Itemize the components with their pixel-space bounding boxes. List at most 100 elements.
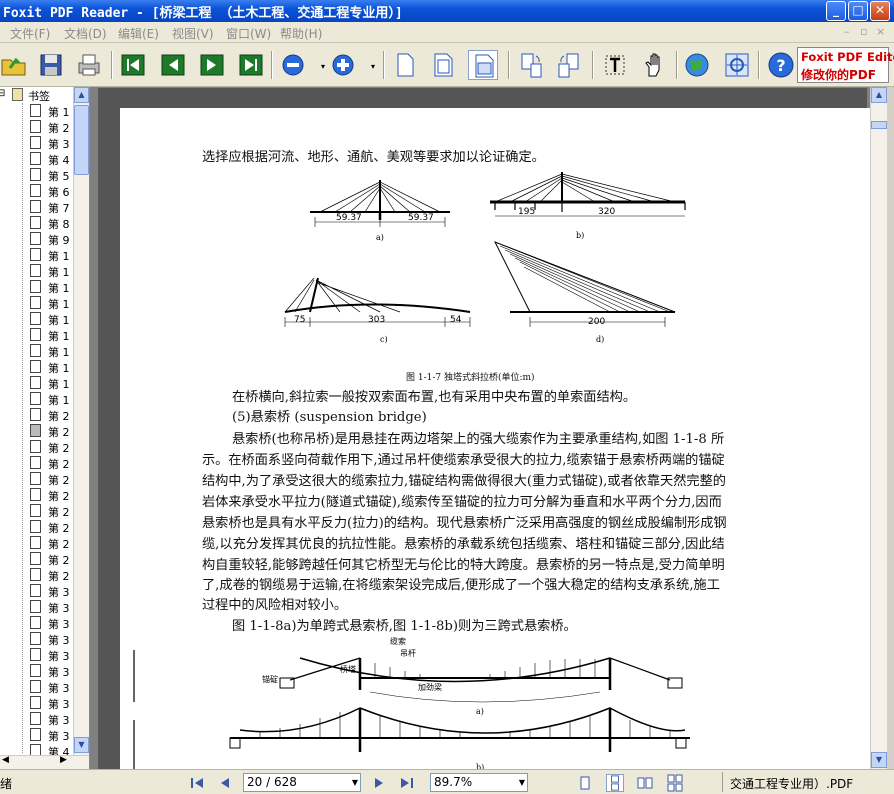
bookmark-label: 第 1 bbox=[48, 394, 70, 407]
last-page-icon bbox=[239, 54, 263, 76]
actual-size-button[interactable] bbox=[390, 50, 420, 80]
bookmark-label: 第 2 bbox=[48, 522, 70, 535]
fit-page-button[interactable] bbox=[428, 50, 458, 80]
menu-window[interactable]: 窗口(W) bbox=[226, 25, 271, 42]
bookmark-page-icon bbox=[30, 200, 41, 213]
help-icon: ? bbox=[768, 52, 794, 78]
span-c-2: 303 bbox=[368, 315, 385, 325]
doc-scroll-thumb[interactable] bbox=[871, 121, 887, 129]
bookmark-page-icon bbox=[30, 600, 41, 613]
bookmark-page-icon bbox=[30, 504, 41, 517]
bookmark-scrollbar[interactable]: ▲ ▼ bbox=[73, 87, 89, 755]
first-page-button[interactable] bbox=[118, 50, 148, 80]
menu-help[interactable]: 帮助(H) bbox=[280, 25, 322, 42]
save-button[interactable] bbox=[36, 50, 66, 80]
bookmark-page-icon bbox=[30, 328, 41, 341]
bookmark-label: 第 3 bbox=[48, 698, 70, 711]
label-b: b) bbox=[576, 231, 584, 240]
ad-line2: 修改你的PDF bbox=[801, 68, 876, 82]
scroll-down-icon[interactable]: ▼ bbox=[74, 737, 89, 753]
snapshot-button[interactable] bbox=[722, 50, 752, 80]
chevron-down-icon[interactable]: ▼ bbox=[352, 778, 358, 787]
maximize-button[interactable]: □ bbox=[848, 1, 868, 21]
bookmark-label: 第 1 bbox=[48, 378, 70, 391]
continuous-facing-view-button[interactable] bbox=[666, 774, 684, 792]
status-prev-page-button[interactable] bbox=[216, 774, 234, 792]
toolbar: ▾ ▾ ? bbox=[0, 43, 894, 87]
foxit-editor-ad[interactable]: Foxit PDF Editor 修改你的PDF bbox=[797, 47, 894, 83]
label-cable: 缆索 bbox=[390, 636, 406, 646]
label-c: c) bbox=[380, 335, 388, 344]
bookmark-label: 第 1 bbox=[48, 106, 70, 119]
bookmark-scroll-thumb[interactable] bbox=[74, 105, 89, 175]
span-b-1: 195 bbox=[518, 207, 535, 217]
zoom-out-dropdown-icon[interactable]: ▾ bbox=[321, 62, 325, 71]
menu-view[interactable]: 视图(V) bbox=[172, 25, 214, 42]
select-text-button[interactable] bbox=[600, 50, 630, 80]
internet-button[interactable] bbox=[682, 50, 712, 80]
bookmark-page-icon bbox=[30, 344, 41, 357]
doc-scroll-up-icon[interactable]: ▲ bbox=[871, 87, 887, 103]
scroll-left-icon[interactable]: ◀ bbox=[2, 755, 9, 765]
bookmark-label: 第 7 bbox=[48, 202, 70, 215]
span-b-2: 320 bbox=[598, 207, 615, 217]
menu-file[interactable]: 文件(F) bbox=[10, 25, 50, 42]
zoom-in-button[interactable] bbox=[328, 50, 358, 80]
rotate-left-button[interactable] bbox=[516, 50, 546, 80]
open-folder-button[interactable] bbox=[0, 50, 30, 80]
facing-view-button[interactable] bbox=[636, 774, 654, 792]
menu-document[interactable]: 文档(D) bbox=[64, 25, 107, 42]
scroll-up-icon[interactable]: ▲ bbox=[74, 87, 89, 103]
continuous-view-button[interactable] bbox=[606, 774, 624, 792]
bookmark-label: 第 3 bbox=[48, 634, 70, 647]
bookmark-page-icon bbox=[30, 632, 41, 645]
bookmark-label: 第 1 bbox=[48, 298, 70, 311]
zoom-out-button[interactable] bbox=[278, 50, 308, 80]
bookmark-label: 第 2 bbox=[48, 554, 70, 567]
bookmark-hscrollbar[interactable]: ◀ ▶ bbox=[0, 755, 89, 769]
pdf-page[interactable]: 选择应根据河流、地形、通航、美观等要求加以论证确定。 59.37 59.37 a… bbox=[120, 108, 877, 770]
next-page-button[interactable] bbox=[197, 50, 227, 80]
bridge-d-drawing bbox=[493, 241, 676, 327]
label-girder: 加劲梁 bbox=[418, 682, 442, 692]
mdi-close-icon[interactable]: × bbox=[876, 25, 885, 38]
snapshot-icon bbox=[725, 53, 749, 77]
fit-width-button[interactable] bbox=[468, 50, 498, 80]
bookmark-page-icon bbox=[30, 648, 41, 661]
minimize-button[interactable]: _ bbox=[826, 1, 846, 21]
scroll-right-icon[interactable]: ▶ bbox=[60, 755, 67, 765]
last-page-button[interactable] bbox=[236, 50, 266, 80]
mdi-minimize-icon[interactable]: – bbox=[844, 25, 850, 38]
label-anchor: 锚碇 bbox=[262, 674, 278, 684]
status-next-page-button[interactable] bbox=[370, 774, 388, 792]
zoom-in-dropdown-icon[interactable]: ▾ bbox=[371, 62, 375, 71]
rotate-right-button[interactable] bbox=[554, 50, 584, 80]
close-button[interactable]: ✕ bbox=[870, 1, 890, 21]
bookmark-page-icon bbox=[30, 664, 41, 677]
status-first-page-button[interactable] bbox=[188, 774, 206, 792]
hand-tool-button[interactable] bbox=[640, 50, 670, 80]
menu-edit[interactable]: 编辑(E) bbox=[118, 25, 159, 42]
collapse-icon[interactable]: ⊟ bbox=[0, 88, 5, 99]
text-select-icon bbox=[605, 55, 625, 75]
prev-page-icon bbox=[161, 54, 185, 76]
chevron-down-icon[interactable]: ▼ bbox=[519, 778, 525, 787]
document-scrollbar[interactable]: ▲ ▼ bbox=[870, 87, 887, 769]
bookmark-page-icon bbox=[30, 376, 41, 389]
page-number-field[interactable]: 20 / 628 ▼ bbox=[243, 773, 361, 792]
print-button[interactable] bbox=[74, 50, 104, 80]
fit-width-icon bbox=[475, 54, 494, 78]
bookmark-label: 第 2 bbox=[48, 570, 70, 583]
rotate-right-icon bbox=[558, 53, 579, 78]
prev-page-button[interactable] bbox=[158, 50, 188, 80]
mdi-restore-icon[interactable]: ▫ bbox=[860, 25, 867, 38]
help-button[interactable]: ? bbox=[766, 50, 796, 80]
status-last-page-button[interactable] bbox=[398, 774, 416, 792]
bookmark-page-icon bbox=[30, 536, 41, 549]
doc-scroll-down-icon[interactable]: ▼ bbox=[871, 752, 887, 768]
zoom-field[interactable]: 89.7% ▼ bbox=[430, 773, 528, 792]
span-a-2: 59.37 bbox=[408, 213, 434, 223]
bookmark-page-icon bbox=[30, 584, 41, 597]
svg-text:?: ? bbox=[776, 56, 785, 75]
single-page-view-button[interactable] bbox=[576, 774, 594, 792]
